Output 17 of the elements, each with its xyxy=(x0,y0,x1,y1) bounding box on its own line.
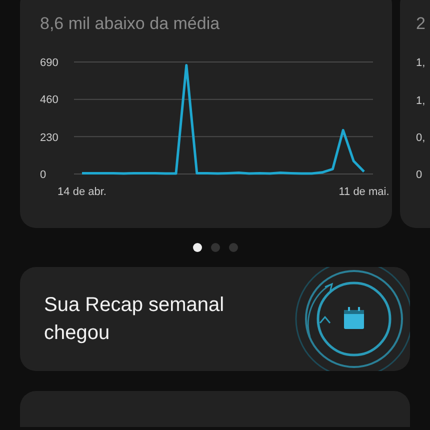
axis-label: 11 de mai. xyxy=(338,185,390,200)
recap-card[interactable]: Sua Recap semanal chegou xyxy=(20,267,410,371)
axis-label: 230 xyxy=(40,130,58,146)
recap-title: Sua Recap semanal chegou xyxy=(44,293,226,346)
page-dot[interactable] xyxy=(228,243,238,252)
card-subtitle: 8,6 mil abaixo da média xyxy=(39,13,221,35)
axis-label: 0, xyxy=(416,131,426,146)
card-subtitle: 2 xyxy=(416,13,426,35)
axis-label: 1, xyxy=(416,94,426,109)
axis-label: 14 de abr. xyxy=(58,185,106,200)
page-dot[interactable] xyxy=(192,243,202,252)
axis-label: 690 xyxy=(40,56,58,71)
page-dot[interactable] xyxy=(210,243,220,252)
axis-label: 1, xyxy=(416,56,426,71)
axis-label: 0 xyxy=(416,168,422,183)
axis-label: 0 xyxy=(40,168,46,183)
axis-label: 460 xyxy=(40,93,58,108)
